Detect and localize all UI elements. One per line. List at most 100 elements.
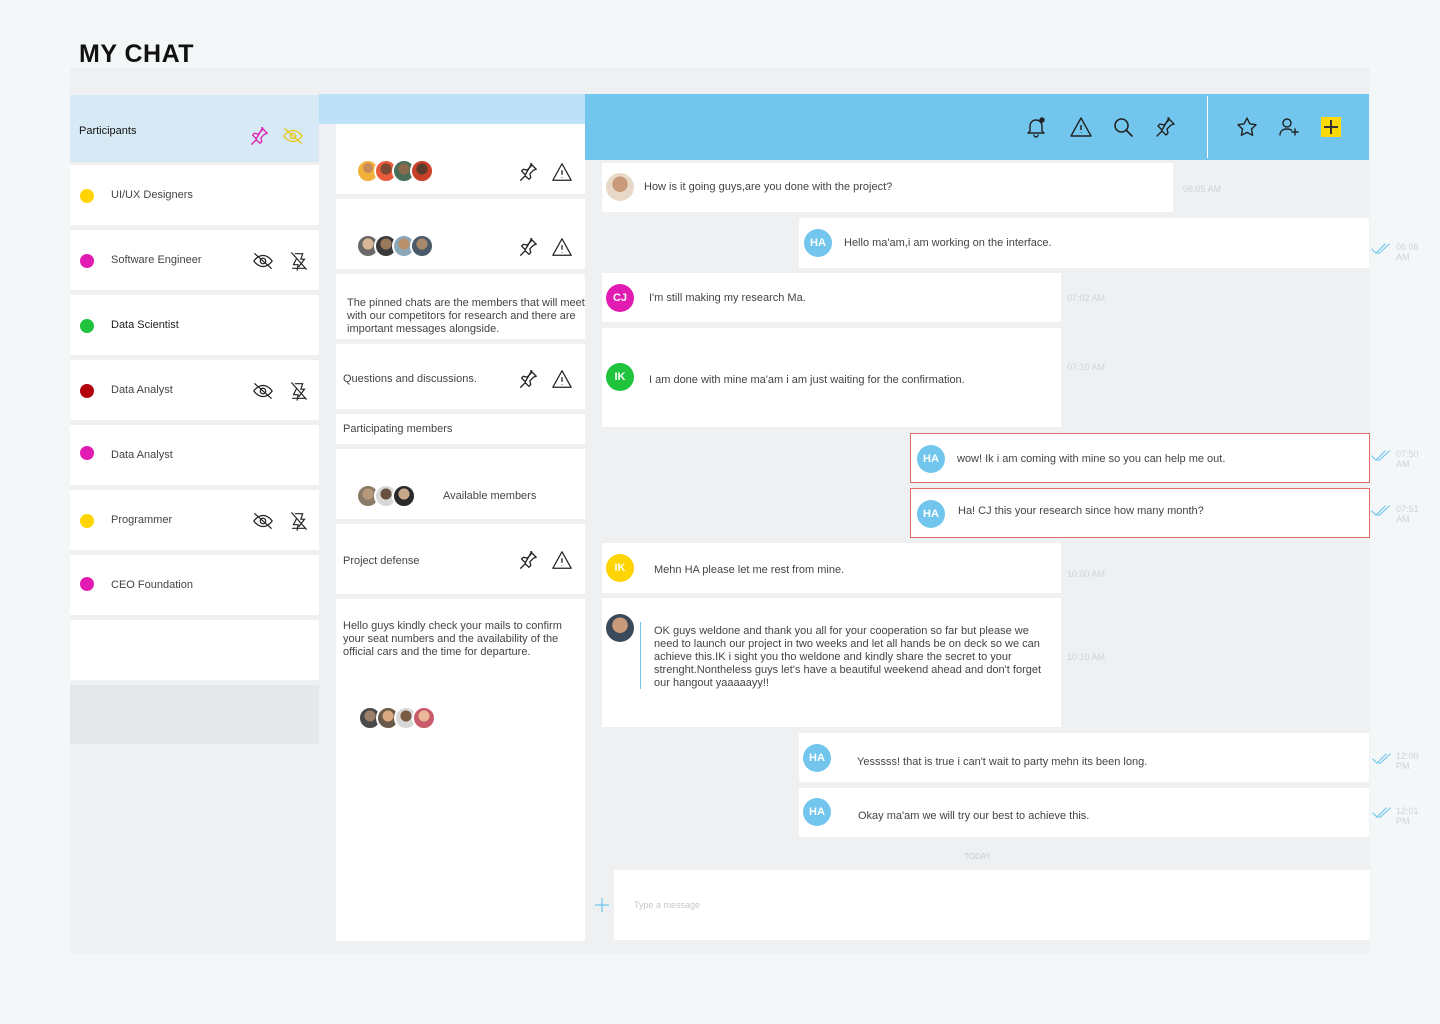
double-check-icon: [1372, 753, 1391, 764]
double-check-icon: [1372, 807, 1391, 818]
eye-off-icon[interactable]: [281, 125, 305, 147]
message-text: I'm still making my research Ma.: [649, 292, 806, 304]
chat-panel: How is it going guys,are you done with t…: [585, 94, 1419, 941]
participant-row[interactable]: Programmer: [70, 490, 319, 550]
add-user-icon[interactable]: [1277, 115, 1301, 139]
message-bubble: HA Okay ma'am we will try our best to ac…: [799, 788, 1369, 837]
pin-icon[interactable]: [1153, 115, 1177, 139]
warning-icon[interactable]: [551, 236, 573, 258]
message-bubble: HA Yesssss! that is true i can't wait to…: [799, 733, 1369, 782]
double-check-icon: [1371, 450, 1390, 461]
message-bubble: HA wow! Ik i am coming with mine so you …: [910, 433, 1370, 483]
message-time: 10:10 AM: [1067, 652, 1106, 662]
chat-toolbar: [585, 94, 1369, 160]
mute-icon[interactable]: [288, 509, 310, 533]
participant-empty-slot: [70, 620, 319, 680]
status-dot: [80, 254, 94, 268]
double-check-icon: [1371, 505, 1390, 516]
message-bubble: HA Hello ma'am,i am working on the inter…: [799, 218, 1369, 268]
group-card[interactable]: [336, 199, 585, 269]
avatar: [606, 614, 634, 642]
member-avatars: [356, 159, 434, 183]
avatar: [392, 484, 416, 508]
bell-icon[interactable]: [1024, 115, 1048, 139]
status-dot: [80, 189, 94, 203]
avatar: HA: [917, 500, 945, 528]
group-card[interactable]: [336, 124, 585, 194]
participant-name: Data Analyst: [111, 449, 173, 461]
groups-panel: The pinned chats are the members that wi…: [319, 94, 585, 941]
group-title: Available members: [443, 490, 537, 502]
warning-icon[interactable]: [551, 368, 573, 390]
avatar: HA: [917, 445, 945, 473]
message-time: 12:00 PM: [1396, 751, 1419, 771]
plus-icon[interactable]: [594, 897, 610, 913]
app-title: MY CHAT: [79, 40, 195, 68]
participant-row[interactable]: UI/UX Designers: [70, 165, 319, 225]
member-avatars: [356, 234, 434, 258]
message-bubble: HA Ha! CJ this your research since how m…: [910, 488, 1370, 538]
pin-icon[interactable]: [517, 236, 539, 258]
toolbar-divider: [1207, 96, 1208, 158]
participant-name: Software Engineer: [111, 254, 202, 266]
eye-off-icon[interactable]: [252, 250, 274, 272]
participant-row[interactable]: Data Scientist: [70, 295, 319, 355]
participant-row[interactable]: Data Analyst: [70, 360, 319, 420]
pin-icon[interactable]: [517, 161, 539, 183]
pinned-note: The pinned chats are the members that wi…: [347, 297, 585, 335]
groups-header: [319, 94, 585, 124]
group-card[interactable]: Hello guys kindly check your mails to co…: [336, 599, 585, 941]
mute-icon[interactable]: [288, 379, 310, 403]
eye-off-icon[interactable]: [252, 380, 274, 402]
avatar: [606, 173, 634, 201]
search-icon[interactable]: [1111, 115, 1135, 139]
participant-name: CEO Foundation: [111, 579, 193, 591]
avatar: [410, 234, 434, 258]
status-dot: [80, 446, 94, 460]
quote-bar: [640, 622, 641, 689]
warning-icon[interactable]: [1069, 115, 1093, 139]
message-text: wow! Ik i am coming with mine so you can…: [957, 453, 1226, 465]
message-text: Mehn HA please let me rest from mine.: [654, 564, 845, 576]
warning-icon[interactable]: [551, 161, 573, 183]
message-bubble: CJ I'm still making my research Ma.: [602, 273, 1061, 322]
group-card[interactable]: Available members: [336, 449, 585, 519]
participant-name: Data Analyst: [111, 384, 173, 396]
add-group-button[interactable]: [1321, 117, 1341, 137]
participant-placeholder: [70, 685, 319, 744]
group-card[interactable]: Questions and discussions.: [336, 344, 585, 409]
group-title: Project defense: [343, 555, 420, 567]
pin-icon[interactable]: [517, 549, 539, 571]
avatar: HA: [803, 744, 831, 772]
avatar: IK: [606, 554, 634, 582]
member-avatars: [356, 484, 416, 508]
message-bubble: IK I am done with mine ma'am i am just w…: [602, 328, 1061, 427]
participants-header: Participants: [70, 95, 319, 162]
participant-row[interactable]: CEO Foundation: [70, 555, 319, 615]
pin-icon[interactable]: [517, 368, 539, 390]
double-check-icon: [1371, 243, 1390, 254]
participant-name: Programmer: [111, 514, 173, 526]
status-dot: [80, 577, 94, 591]
participant-row[interactable]: Software Engineer: [70, 230, 319, 290]
participant-name: Data Scientist: [111, 319, 179, 331]
message-input[interactable]: [634, 900, 1034, 910]
date-divider: TODAY: [964, 852, 991, 861]
group-card[interactable]: Participating members: [336, 414, 585, 444]
pin-icon[interactable]: [248, 125, 270, 147]
participants-title: Participants: [79, 125, 137, 137]
member-avatars: [358, 706, 436, 730]
star-icon[interactable]: [1235, 115, 1259, 139]
status-dot: [80, 514, 94, 528]
eye-off-icon[interactable]: [252, 510, 274, 532]
avatar: [410, 159, 434, 183]
pinned-note-card: The pinned chats are the members that wi…: [336, 274, 585, 339]
participant-row[interactable]: Data Analyst: [70, 425, 319, 485]
group-card[interactable]: Project defense: [336, 524, 585, 594]
group-title: Questions and discussions.: [343, 373, 477, 385]
message-time: 06:05 AM: [1183, 184, 1222, 194]
message-time: 07:51 AM: [1396, 504, 1419, 524]
warning-icon[interactable]: [551, 549, 573, 571]
message-time: 10:00 AM: [1067, 569, 1106, 579]
mute-icon[interactable]: [288, 249, 310, 273]
